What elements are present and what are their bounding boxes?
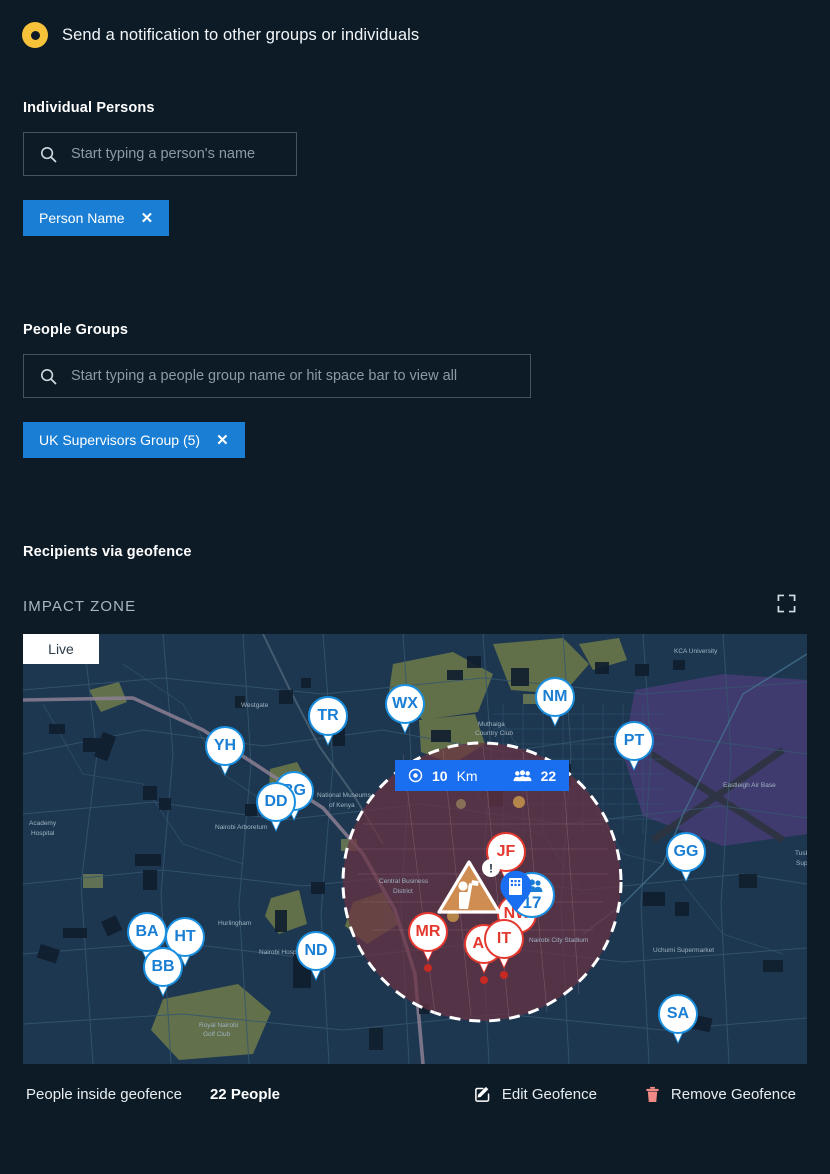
person-chip-label: Person Name: [39, 210, 125, 226]
map-pin-dd[interactable]: DD: [256, 782, 296, 830]
fullscreen-expand-icon[interactable]: [777, 594, 796, 618]
map-cluster-marker[interactable]: 17: [499, 869, 555, 919]
geofence-radius-pill: 10 Km 22: [395, 760, 570, 791]
people-inside-label: People inside geofence: [26, 1086, 182, 1103]
map-pin-sa[interactable]: SA: [658, 994, 698, 1042]
trash-icon: [646, 1086, 659, 1102]
group-search-field[interactable]: Start typing a people group name or hit …: [23, 354, 531, 398]
people-group-icon: [513, 769, 532, 781]
close-icon[interactable]: ✕: [141, 211, 154, 226]
map-pin-tr[interactable]: TR: [308, 696, 348, 744]
geofence-people-count: 22: [540, 767, 557, 784]
pin-label: GG: [666, 832, 706, 872]
map-pin-bb[interactable]: BB: [143, 947, 183, 995]
pin-label: BA: [127, 912, 167, 952]
map-pin-yh[interactable]: YH: [205, 726, 245, 774]
edit-geofence-label: Edit Geofence: [501, 1086, 597, 1103]
live-badge: Live: [23, 634, 99, 664]
map-markers-layer: YHTRWXNMPTBGDDGGBAHTBBNDSAJFNWMRACIT: [23, 634, 807, 1064]
search-icon: [40, 368, 57, 384]
map-pin-gg[interactable]: GG: [666, 832, 706, 880]
map-pin-pt[interactable]: PT: [614, 721, 654, 769]
remove-geofence-button[interactable]: Remove Geofence: [645, 1086, 796, 1103]
pin-label: YH: [205, 726, 245, 766]
map-pin-it[interactable]: IT: [484, 919, 524, 979]
pencil-square-icon: [474, 1086, 490, 1102]
person-search-field[interactable]: Start typing a person's name: [23, 132, 297, 176]
group-chip-label: UK Supervisors Group (5): [39, 432, 201, 448]
radio-selected-icon[interactable]: [22, 22, 48, 48]
map-pin-nm[interactable]: NM: [535, 677, 575, 725]
group-chip[interactable]: UK Supervisors Group (5) ✕: [23, 422, 245, 458]
pin-label: SA: [658, 994, 698, 1034]
notification-recipients-panel: Send a notification to other groups or i…: [0, 0, 830, 1174]
geofence-footer: People inside geofence 22 People Edit Ge…: [0, 1064, 830, 1103]
individual-persons-title: Individual Persons: [23, 100, 155, 116]
pin-label: DD: [256, 782, 296, 822]
remove-geofence-label: Remove Geofence: [670, 1086, 796, 1103]
pin-label: TR: [308, 696, 348, 736]
pin-anchor-dot: [500, 971, 508, 979]
roadworks-warning-icon[interactable]: !: [436, 859, 502, 922]
map-pin-ba[interactable]: BA: [127, 912, 167, 960]
impact-zone-label: IMPACT ZONE: [23, 597, 137, 615]
pin-label: PT: [614, 721, 654, 761]
geofence-radius-value: 10: [432, 767, 448, 784]
pin-label: NM: [535, 677, 575, 717]
pin-label: IT: [484, 919, 524, 959]
group-search-placeholder: Start typing a people group name or hit …: [71, 368, 458, 384]
person-chip[interactable]: Person Name ✕: [23, 200, 170, 236]
edit-geofence-button[interactable]: Edit Geofence: [474, 1086, 597, 1103]
recipients-geofence-title: Recipients via geofence: [23, 544, 192, 560]
close-icon[interactable]: ✕: [216, 433, 229, 448]
map-pin-nd[interactable]: ND: [296, 931, 336, 979]
radio-option-label: Send a notification to other groups or i…: [62, 25, 420, 44]
pin-anchor-dot: [424, 964, 432, 972]
pin-label: WX: [385, 684, 425, 724]
people-groups-title: People Groups: [23, 322, 129, 338]
svg-text:!: !: [489, 862, 493, 876]
search-icon: [40, 146, 57, 162]
building-icon: [500, 870, 532, 912]
map-pin-wx[interactable]: WX: [385, 684, 425, 732]
person-search-placeholder: Start typing a person's name: [71, 146, 256, 162]
notification-target-radio-option[interactable]: Send a notification to other groups or i…: [0, 0, 830, 48]
target-radius-icon: [408, 768, 423, 783]
people-inside-value: 22 People: [209, 1086, 281, 1103]
impact-zone-header: IMPACT ZONE: [0, 594, 830, 618]
geofence-radius-unit: Km: [456, 767, 478, 784]
geofence-map[interactable]: Westgate Muthaiga Country Club National Mus…: [23, 634, 807, 1064]
pin-anchor-dot: [480, 976, 488, 984]
pin-label: BB: [143, 947, 183, 987]
pin-label: ND: [296, 931, 336, 971]
